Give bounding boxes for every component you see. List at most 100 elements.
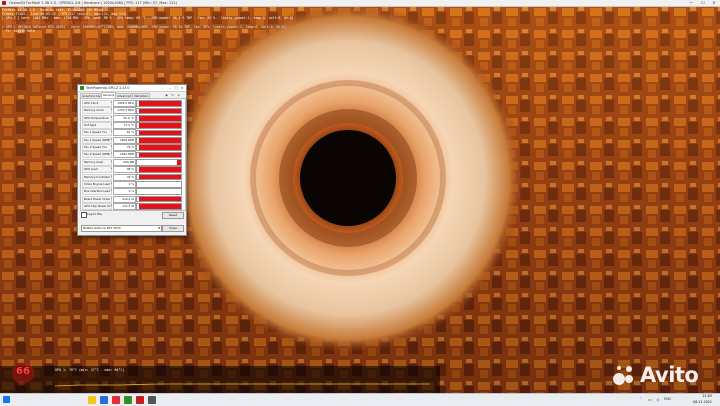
- volume-icon[interactable]: ◁: [656, 397, 659, 402]
- osd-line: > GPU 1 (NVIDIA GeForce RTX 3070) - core…: [2, 24, 287, 29]
- sensor-name: Fan 1 Speed (%): [82, 129, 112, 137]
- file-explorer-icon[interactable]: [88, 396, 96, 404]
- gpu-select-value: NVIDIA GeForce RTX 3070: [83, 226, 121, 230]
- sensor-graph: [136, 181, 182, 188]
- sensor-graph-fill: [139, 115, 181, 121]
- gpuz-title: TechPowerUp GPU-Z 2.43.0: [86, 86, 130, 90]
- sensor-name: Fan 2 Speed (%): [82, 144, 112, 152]
- sensor-value: 79 %: [113, 144, 136, 152]
- sensor-graph-fill: [139, 101, 181, 106]
- sensor-name: Bus Interface Load: [82, 188, 112, 196]
- gpuz-taskbar-icon[interactable]: [124, 396, 132, 404]
- sensor-graph: [136, 159, 182, 166]
- furmark-osd: FurMark v1.38.1.0 - Burn-in test, 1920x1…: [2, 8, 294, 33]
- browser-icon[interactable]: [100, 396, 108, 404]
- sensor-value: 39 %: [113, 173, 136, 181]
- sensor-row: Fan 1 Speed (%) ▾ 81 %: [82, 129, 182, 137]
- sensor-name: Hot Spot: [82, 122, 112, 130]
- sensor-row: Fan 2 Speed (%) ▾ 79 %: [82, 144, 182, 152]
- sensor-row: Hot Spot ▾ 71.4 °C: [82, 122, 182, 130]
- sensor-graph: [136, 137, 182, 144]
- furmark-logo-badge: 66: [12, 362, 34, 384]
- sensor-panel: GPU Clock ▾ 1905.0 MHz Memory Clock ▾ 1750.2 …: [80, 98, 186, 211]
- sensor-name: GPU Temperature: [82, 114, 112, 122]
- gpu-select[interactable]: NVIDIA GeForce RTX 3070 ▼: [81, 225, 162, 232]
- taskbar-clock[interactable]: 21:03 08.11.2021: [693, 394, 712, 405]
- app-title-bar: Ozone3D FurMark 1.38.1.0 - OPENGL 4.6 | …: [0, 0, 720, 7]
- gpuz-close-button[interactable]: ×: [179, 85, 185, 91]
- sensor-graph-fill: [139, 204, 181, 209]
- sensor-row: Video Engine Load ▾ 0 %: [82, 180, 182, 188]
- sensor-graph: [136, 203, 182, 210]
- sensor-graph-fill: [139, 123, 181, 128]
- sensor-value: 216.4 W: [113, 195, 136, 203]
- sensor-graph: [136, 107, 182, 115]
- sensor-name: Fan 2 Speed (RPM): [82, 151, 112, 159]
- sensor-name: Memory Controller Load: [82, 173, 112, 181]
- graph-label: GPU 1: 70°C (min: 37°C - max: 66°C): [55, 368, 125, 372]
- sensor-graph: [136, 188, 182, 196]
- reset-button[interactable]: Reset: [162, 212, 184, 219]
- maximize-button[interactable]: ☐: [698, 0, 708, 6]
- close-gpuz-button[interactable]: Close: [162, 225, 184, 232]
- sensor-row: Fan 1 Speed (RPM) ▾ 1608 RPM: [82, 136, 182, 144]
- sensor-row: Bus Interface Load ▾ 0 %: [82, 188, 182, 196]
- badge-text: 66: [16, 366, 30, 377]
- sensor-value: 1608 RPM: [113, 136, 136, 144]
- sensor-name: Fan 1 Speed (RPM): [82, 136, 112, 144]
- sensor-graph: [136, 114, 182, 122]
- tray-chevron-icon[interactable]: ˄: [640, 397, 642, 402]
- sensor-graph-fill: [139, 167, 181, 173]
- sensor-value: 111.3 W: [113, 202, 136, 210]
- osd-line: [ GPU-Z ] core: 1903 MHz - mem: 1750 MHz…: [2, 16, 294, 21]
- avito-wordmark: Avito: [640, 363, 699, 387]
- sensor-name: GPU Load: [82, 166, 112, 174]
- close-button[interactable]: ✕: [709, 0, 719, 6]
- sensor-value: 0 %: [113, 188, 136, 196]
- sensor-row: Board Power Draw ▾ 216.4 W: [82, 195, 182, 203]
- sensor-row: GPU Chip Power Draw ▾ 111.3 W: [82, 202, 182, 210]
- sensor-graph-fill: [139, 174, 181, 180]
- furmark-taskbar-icon[interactable]: [112, 396, 120, 404]
- avito-logo-icon: [613, 366, 633, 385]
- gpuz-window: TechPowerUp GPU-Z 2.43.0 – □ × Graphics …: [77, 84, 187, 236]
- start-icon[interactable]: [3, 396, 10, 403]
- aida64-taskbar-icon[interactable]: [136, 396, 144, 404]
- sensor-graph: [136, 129, 182, 137]
- minimize-button[interactable]: —: [686, 0, 696, 6]
- network-icon[interactable]: ▭: [648, 397, 652, 402]
- sensor-graph-fill: [139, 138, 181, 143]
- sensor-row: Fan 2 Speed (RPM) ▾ 1650 RPM: [82, 151, 182, 159]
- sensor-name: Board Power Draw: [82, 195, 112, 203]
- sensor-graph: [136, 144, 182, 151]
- sensor-row: GPU Load ▾ 98 %: [82, 166, 182, 174]
- sensor-graph-fill: [139, 130, 181, 136]
- settings-taskbar-icon[interactable]: [148, 396, 156, 404]
- sensor-value: 65.0 °C: [113, 114, 136, 122]
- clock-date: 08.11.2021: [693, 399, 712, 404]
- osd-line: - F1: toggle help: [2, 29, 35, 34]
- sensor-row: Memory Controller Load▾39 %: [82, 173, 182, 181]
- sensor-graph: [136, 122, 182, 129]
- sensor-graph-fill: [139, 196, 181, 202]
- sensor-graph: [136, 166, 182, 174]
- sensor-value: 690 MB: [113, 158, 136, 166]
- sensor-value: 1750.2 MHz: [113, 107, 136, 115]
- gpuz-title-bar[interactable]: TechPowerUp GPU-Z 2.43.0 – □ ×: [78, 85, 186, 92]
- sensor-value: 71.4 °C: [113, 122, 136, 130]
- sensor-value: 81 %: [113, 129, 136, 137]
- sensor-row: GPU Clock ▾ 1905.0 MHz: [82, 100, 182, 107]
- sensor-name: Memory Used: [82, 158, 112, 166]
- sensor-value: 98 %: [113, 166, 136, 174]
- sensor-name: Memory Clock: [82, 107, 112, 115]
- language-indicator[interactable]: ENG: [664, 397, 671, 401]
- sensor-row: GPU Temperature ▾ 65.0 °C: [82, 114, 182, 122]
- sensor-graph-fill: [139, 152, 181, 158]
- window-title: Ozone3D FurMark 1.38.1.0 - OPENGL 4.6 | …: [9, 1, 177, 5]
- furmark-app-icon: [2, 1, 6, 5]
- sensor-graph: [136, 173, 182, 181]
- sensor-name: GPU Clock: [82, 100, 112, 107]
- sensor-graph-fill: [139, 145, 181, 150]
- sensor-name: Video Engine Load: [82, 180, 112, 188]
- sensor-value: 1650 RPM: [113, 151, 136, 159]
